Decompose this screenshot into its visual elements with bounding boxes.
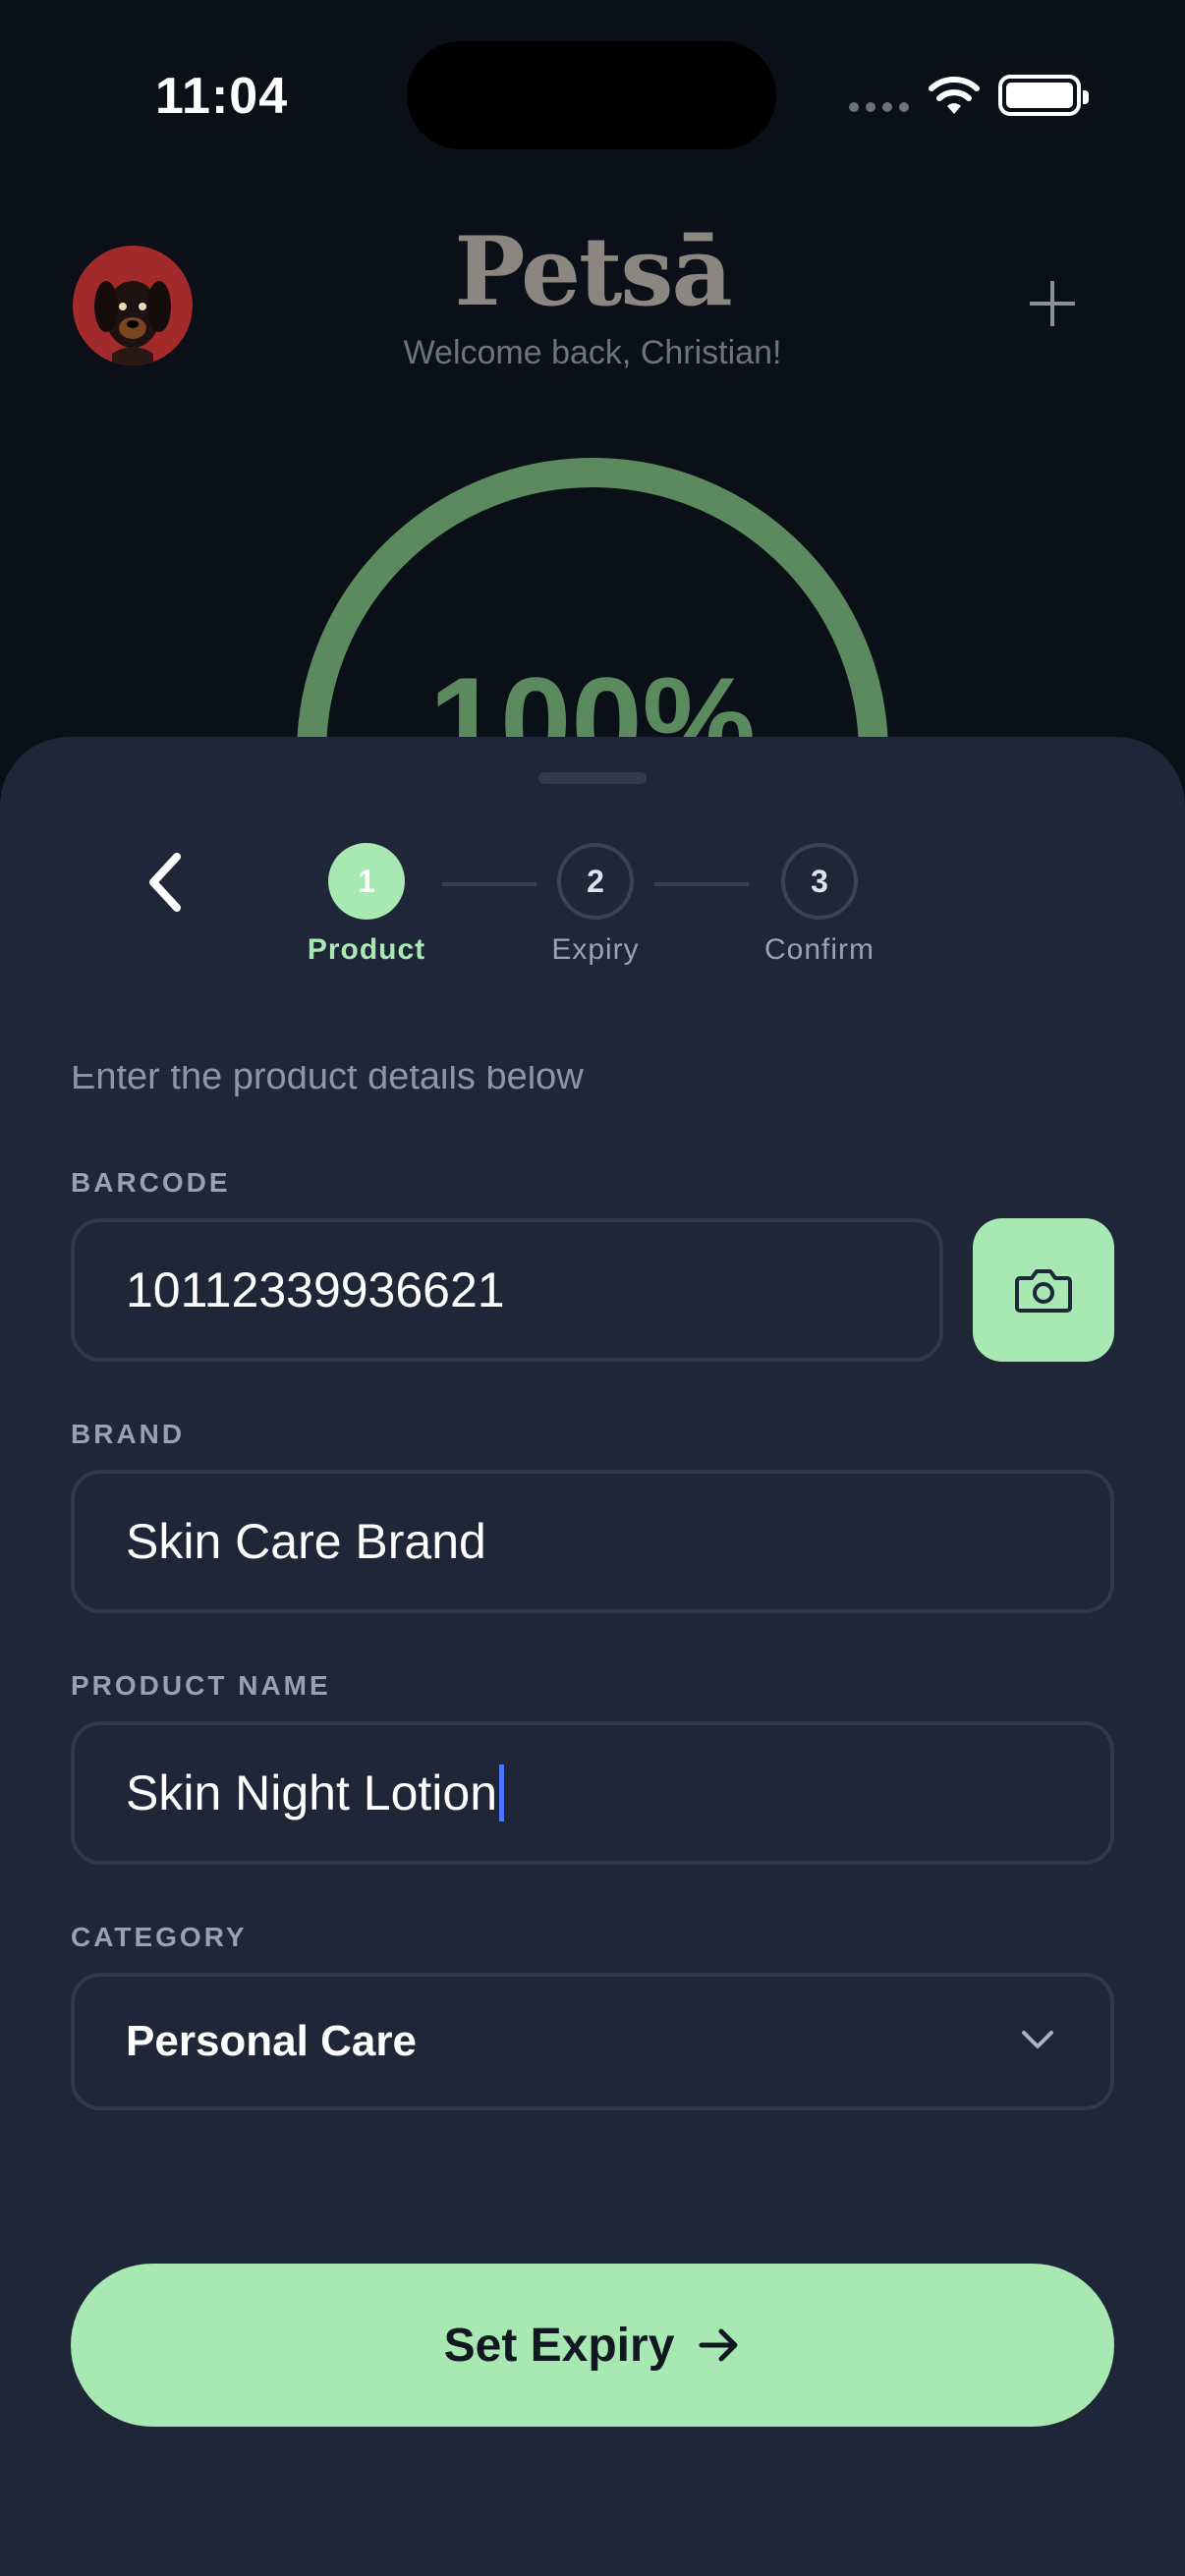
step-label: Product: [307, 933, 426, 966]
step-product: 1 Product: [268, 843, 465, 967]
brand-label: BRAND: [71, 1419, 186, 1449]
status-bar: 11:04: [0, 0, 1185, 187]
back-button[interactable]: [138, 843, 197, 922]
brand-input[interactable]: Skin Care Brand: [71, 1470, 1114, 1613]
category-value: Personal Care: [126, 2017, 417, 2065]
text-caret: [499, 1764, 505, 1821]
product-name-input[interactable]: Skin Night Lotion: [71, 1721, 1114, 1865]
category-label: CATEGORY: [71, 1922, 248, 1952]
status-time: 11:04: [155, 68, 289, 125]
product-name-label: PRODUCT NAME: [71, 1670, 331, 1701]
add-product-sheet: 1 Product 2 Expiry 3 Confirm Enter the p…: [0, 737, 1185, 2576]
wifi-icon: [929, 77, 980, 114]
app-logo: Petsā: [454, 216, 732, 327]
barcode-input[interactable]: 10112339936621: [71, 1218, 943, 1362]
step-number: 3: [781, 843, 858, 920]
camera-icon: [1015, 1269, 1072, 1313]
scan-barcode-button[interactable]: [973, 1218, 1114, 1362]
product-name-value: Skin Night Lotion: [126, 1765, 498, 1820]
cellular-signal-icon: [849, 102, 909, 112]
form-intro-text: Enter the product details below: [71, 1066, 584, 1097]
barcode-label: BARCODE: [71, 1167, 231, 1198]
chevron-down-icon: [1022, 2031, 1053, 2048]
form-intro: Enter the product details below: [71, 1066, 584, 1105]
step-number: 2: [557, 843, 634, 920]
dynamic-island: [407, 41, 776, 149]
add-button[interactable]: [1018, 269, 1087, 338]
sheet-grabber[interactable]: [538, 772, 647, 784]
arrow-right-icon: [699, 2328, 738, 2362]
category-select[interactable]: Personal Care: [71, 1973, 1114, 2110]
chevron-left-icon: [149, 853, 181, 912]
set-expiry-button[interactable]: Set Expiry: [71, 2264, 1114, 2427]
step-expiry: 2 Expiry: [497, 843, 694, 967]
step-confirm: 3 Confirm: [721, 843, 918, 967]
step-number: 1: [328, 843, 405, 920]
barcode-value: 10112339936621: [126, 1262, 505, 1317]
step-label: Expiry: [551, 933, 640, 966]
battery-icon: [998, 75, 1089, 116]
set-expiry-label: Set Expiry: [443, 2319, 675, 2372]
brand-value: Skin Care Brand: [126, 1514, 486, 1569]
step-label: Confirm: [763, 933, 875, 966]
welcome-message: Welcome back, Christian!: [403, 334, 782, 371]
